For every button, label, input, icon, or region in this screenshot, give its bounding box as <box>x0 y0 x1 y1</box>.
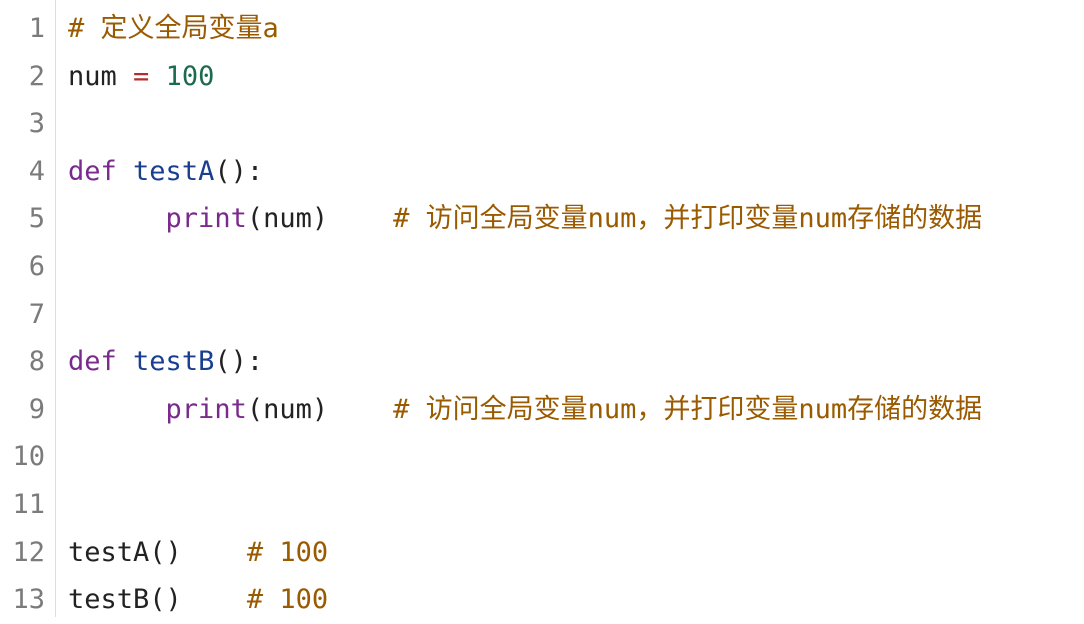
line-number-gutter: 1 2 3 4 5 6 7 8 9 10 11 12 13 <box>0 0 56 617</box>
line-number: 11 <box>12 488 45 520</box>
code-token: (num) <box>246 203 394 235</box>
line-number: 8 <box>28 346 45 378</box>
code-token: testA() <box>68 536 247 568</box>
code-token: = <box>133 60 150 92</box>
line-number: 12 <box>12 536 45 568</box>
code-token: testB() <box>68 584 247 616</box>
line-number: 2 <box>28 60 45 92</box>
code-line[interactable]: num = 100 <box>68 53 1084 101</box>
code-token: (num) <box>246 393 394 425</box>
line-number: 6 <box>28 250 45 282</box>
code-token: (): <box>214 346 264 378</box>
line-number: 4 <box>28 155 45 187</box>
code-line[interactable]: testA() # 100 <box>68 529 1084 577</box>
code-token: testA <box>133 155 215 187</box>
code-line[interactable] <box>68 481 1084 529</box>
line-number: 1 <box>28 13 45 44</box>
code-line[interactable] <box>68 433 1084 481</box>
code-line[interactable]: print(num) # 访问全局变量num，并打印变量num存储的数据 <box>68 386 1084 434</box>
code-comment: # 访问全局变量num，并打印变量num存储的数据 <box>393 203 983 235</box>
code-editor[interactable]: 1 2 3 4 5 6 7 8 9 10 11 12 13 # 定义全局变量a num = 100 def… <box>0 0 1084 617</box>
code-comment: # 100 <box>246 584 329 616</box>
code-line[interactable]: def testB(): <box>68 338 1084 386</box>
code-comment: # 100 <box>246 536 329 568</box>
line-number: 3 <box>28 108 45 140</box>
code-comment: # 定义全局变量a <box>68 13 279 44</box>
code-token: num <box>68 60 134 92</box>
line-number: 10 <box>12 441 45 473</box>
code-token: testB <box>133 346 215 378</box>
code-line[interactable] <box>68 100 1084 148</box>
code-comment: # 访问全局变量num，并打印变量num存储的数据 <box>393 393 983 425</box>
code-token: 100 <box>165 60 215 92</box>
code-area[interactable]: # 定义全局变量a num = 100 def testA(): print(nu… <box>56 0 1084 617</box>
code-line[interactable]: testB() # 100 <box>68 576 1084 617</box>
code-token: def <box>68 346 117 378</box>
code-token: def <box>68 155 117 187</box>
code-token: (): <box>214 155 264 187</box>
line-number: 9 <box>28 393 45 425</box>
line-number: 5 <box>28 203 45 235</box>
line-number: 7 <box>28 298 45 330</box>
code-line[interactable]: print(num) # 访问全局变量num，并打印变量num存储的数据 <box>68 195 1084 243</box>
code-line[interactable] <box>68 291 1084 339</box>
code-line[interactable]: def testA(): <box>68 148 1084 196</box>
code-line[interactable] <box>68 243 1084 291</box>
code-token: print <box>165 393 247 425</box>
code-line[interactable]: # 定义全局变量a <box>68 5 1084 53</box>
code-token: print <box>165 203 247 235</box>
